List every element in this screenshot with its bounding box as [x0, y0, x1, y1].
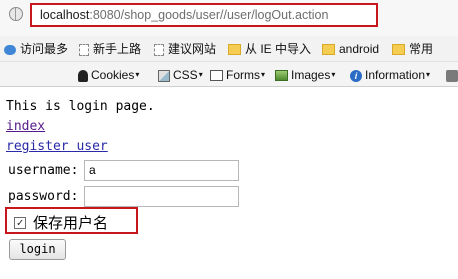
devtool-images[interactable]: Images▾: [275, 67, 335, 83]
devtool-label: Cookies: [91, 68, 135, 82]
index-link[interactable]: index: [6, 119, 45, 134]
devtool-label: CSS: [173, 68, 198, 82]
globe-icon: [4, 44, 16, 55]
devtool-label: Forms: [226, 68, 260, 82]
devtool-label: Images: [291, 68, 331, 82]
bookmark-label: 建议网站: [168, 42, 217, 56]
bookmark-most-visited[interactable]: 访问最多: [4, 41, 68, 57]
tools-icon: [446, 69, 458, 82]
username-label: username:: [8, 163, 79, 178]
folder-icon: [322, 44, 335, 56]
bookmark-suggested-sites[interactable]: 建议网站: [154, 41, 216, 57]
devtool-information[interactable]: i Information▾: [350, 67, 430, 83]
css-icon: [158, 69, 170, 82]
page-content: This is login page. index register user …: [0, 87, 458, 279]
image-icon: [275, 70, 288, 82]
developer-toolbar: Cookies▾ CSS▾ Forms▾ Images▾ i Informatio…: [0, 62, 458, 87]
bookmark-android[interactable]: android: [322, 41, 379, 57]
username-input[interactable]: a: [84, 160, 239, 181]
devtool-css[interactable]: CSS▾: [158, 67, 203, 83]
password-label: password:: [8, 189, 79, 204]
bookmark-getting-started[interactable]: 新手上路: [79, 41, 141, 57]
address-bar-area: localhost:8080/shop_goods/user//user/log…: [0, 0, 458, 37]
form-icon: [210, 70, 223, 82]
bookmark-label: 新手上路: [93, 42, 142, 56]
bookmark-label: 常用: [409, 42, 434, 56]
chevron-down-icon: ▾: [261, 70, 266, 79]
bookmarks-toolbar: 访问最多 新手上路 建议网站 从 IE 中导入 android 常用: [0, 36, 458, 62]
login-button[interactable]: login: [9, 239, 66, 260]
bookmark-common[interactable]: 常用: [392, 41, 433, 57]
folder-icon: [392, 44, 405, 56]
person-icon: [78, 69, 88, 82]
remember-username-checkbox[interactable]: ✓: [14, 217, 26, 229]
bookmark-label: 访问最多: [20, 42, 69, 56]
devtool-forms[interactable]: Forms▾: [210, 67, 265, 83]
register-user-link[interactable]: register user: [6, 139, 108, 154]
url-host: localhost: [40, 8, 90, 22]
remember-username-highlight: ✓ 保存用户名: [5, 207, 138, 234]
url-path: :8080/shop_goods/user//user/logOut.actio…: [89, 8, 329, 22]
page-icon: [154, 43, 164, 56]
remember-username-label: 保存用户名: [33, 214, 109, 232]
devtool-label: Information: [365, 68, 426, 82]
site-identity-icon[interactable]: [9, 7, 23, 21]
page-intro: This is login page.: [6, 99, 155, 114]
chevron-down-icon: ▾: [198, 70, 203, 79]
folder-icon: [228, 44, 241, 56]
devtool-tools[interactable]: [446, 67, 458, 83]
chevron-down-icon: ▾: [331, 70, 336, 79]
bookmark-label: 从 IE 中导入: [245, 42, 312, 56]
bookmark-label: android: [339, 42, 380, 56]
chevron-down-icon: ▾: [426, 70, 431, 79]
chevron-down-icon: ▾: [135, 70, 140, 79]
bookmark-import-ie[interactable]: 从 IE 中导入: [228, 41, 311, 57]
password-input[interactable]: [84, 186, 239, 207]
devtool-cookies[interactable]: Cookies▾: [78, 67, 139, 83]
url-field[interactable]: localhost:8080/shop_goods/user//user/log…: [40, 8, 328, 22]
page-icon: [79, 43, 89, 56]
info-icon: i: [350, 69, 362, 82]
